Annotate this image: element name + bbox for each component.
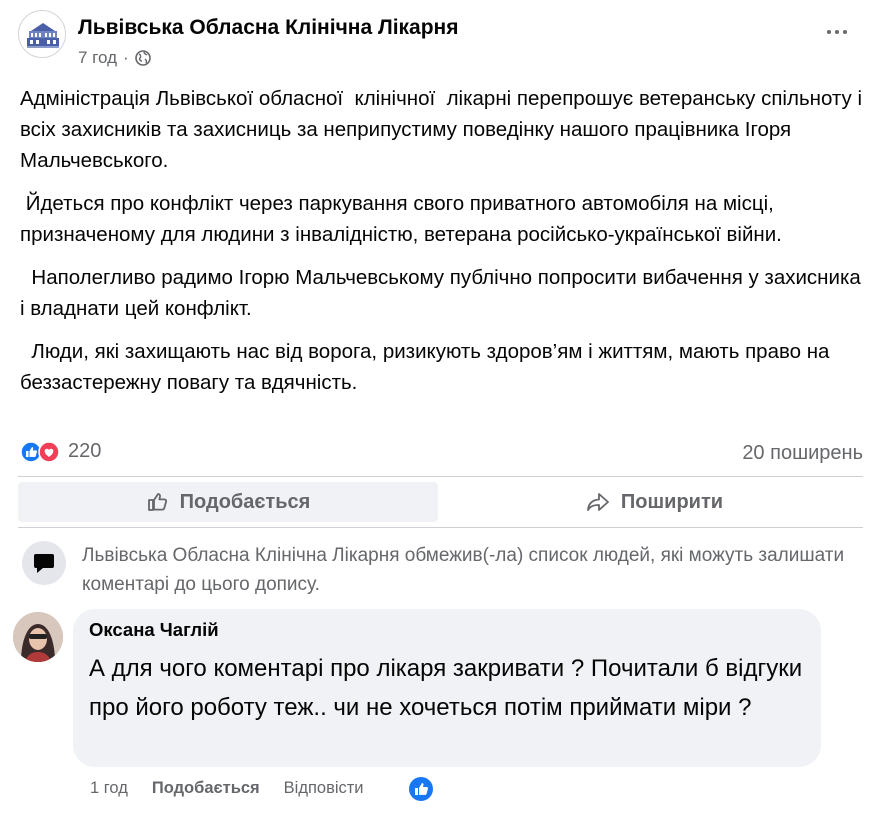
comments-restricted-notice: Львівська Обласна Клінічна Лікарня обмеж…: [18, 537, 863, 601]
share-count[interactable]: 20 поширень: [742, 442, 863, 465]
reactions-summary[interactable]: 220: [20, 440, 101, 463]
commenter-avatar[interactable]: [13, 612, 63, 662]
love-icon: [38, 440, 60, 463]
divider: [18, 527, 863, 528]
post-meta: 7 год ·: [78, 48, 151, 68]
post-body: Адміністрація Львівської обласної клініч…: [20, 83, 865, 410]
comment-author[interactable]: Оксана Чаглій: [89, 619, 805, 641]
reaction-icons: [20, 440, 60, 463]
notice-text: Львівська Обласна Клінічна Лікарня обмеж…: [82, 545, 845, 595]
like-button-label: Подобається: [179, 490, 311, 513]
comment-text: А для чого коментарі про лікаря закриват…: [89, 655, 803, 721]
post-paragraph: Адміністрація Львівської обласної клініч…: [20, 87, 868, 172]
more-dot-icon: [827, 30, 831, 34]
notice-icon-circle: [22, 541, 66, 585]
share-arrow-icon: [587, 493, 609, 511]
comment-reply-button[interactable]: Відповісти: [284, 779, 364, 798]
page-avatar[interactable]: [18, 10, 66, 58]
comment-bubble: Оксана Чаглій А для чого коментарі про л…: [73, 609, 821, 767]
reaction-count: 220: [68, 440, 102, 462]
comment-bubble-icon: [34, 554, 54, 573]
more-options-button[interactable]: [819, 20, 855, 44]
meta-separator: ·: [123, 48, 129, 67]
facebook-post: Львівська Обласна Клінічна Лікарня 7 год…: [0, 0, 875, 815]
comment-actions: 1 год Подобається Відповісти: [90, 779, 364, 798]
share-button[interactable]: Поширити: [445, 482, 863, 522]
thumbs-up-icon: [147, 493, 167, 511]
page-name[interactable]: Львівська Обласна Клінічна Лікарня: [78, 16, 459, 40]
like-button[interactable]: Подобається: [18, 482, 438, 522]
post-paragraph: Йдеться про конфлікт через паркування св…: [20, 192, 782, 246]
comment-time[interactable]: 1 год: [90, 779, 128, 798]
globe-icon: [134, 50, 151, 66]
comment-like-button[interactable]: Подобається: [152, 779, 260, 798]
post-paragraph: Наполегливо радимо Ігорю Мальчевському п…: [20, 266, 867, 320]
post-header: Львівська Обласна Клінічна Лікарня 7 год…: [18, 10, 863, 68]
more-dot-icon: [835, 30, 839, 34]
like-icon[interactable]: [408, 776, 434, 802]
share-button-label: Поширити: [620, 490, 724, 513]
divider: [18, 476, 863, 477]
post-paragraph: Люди, які захищають нас від ворога, ризи…: [20, 340, 836, 394]
more-dot-icon: [843, 30, 847, 34]
post-time[interactable]: 7 год: [78, 48, 117, 68]
